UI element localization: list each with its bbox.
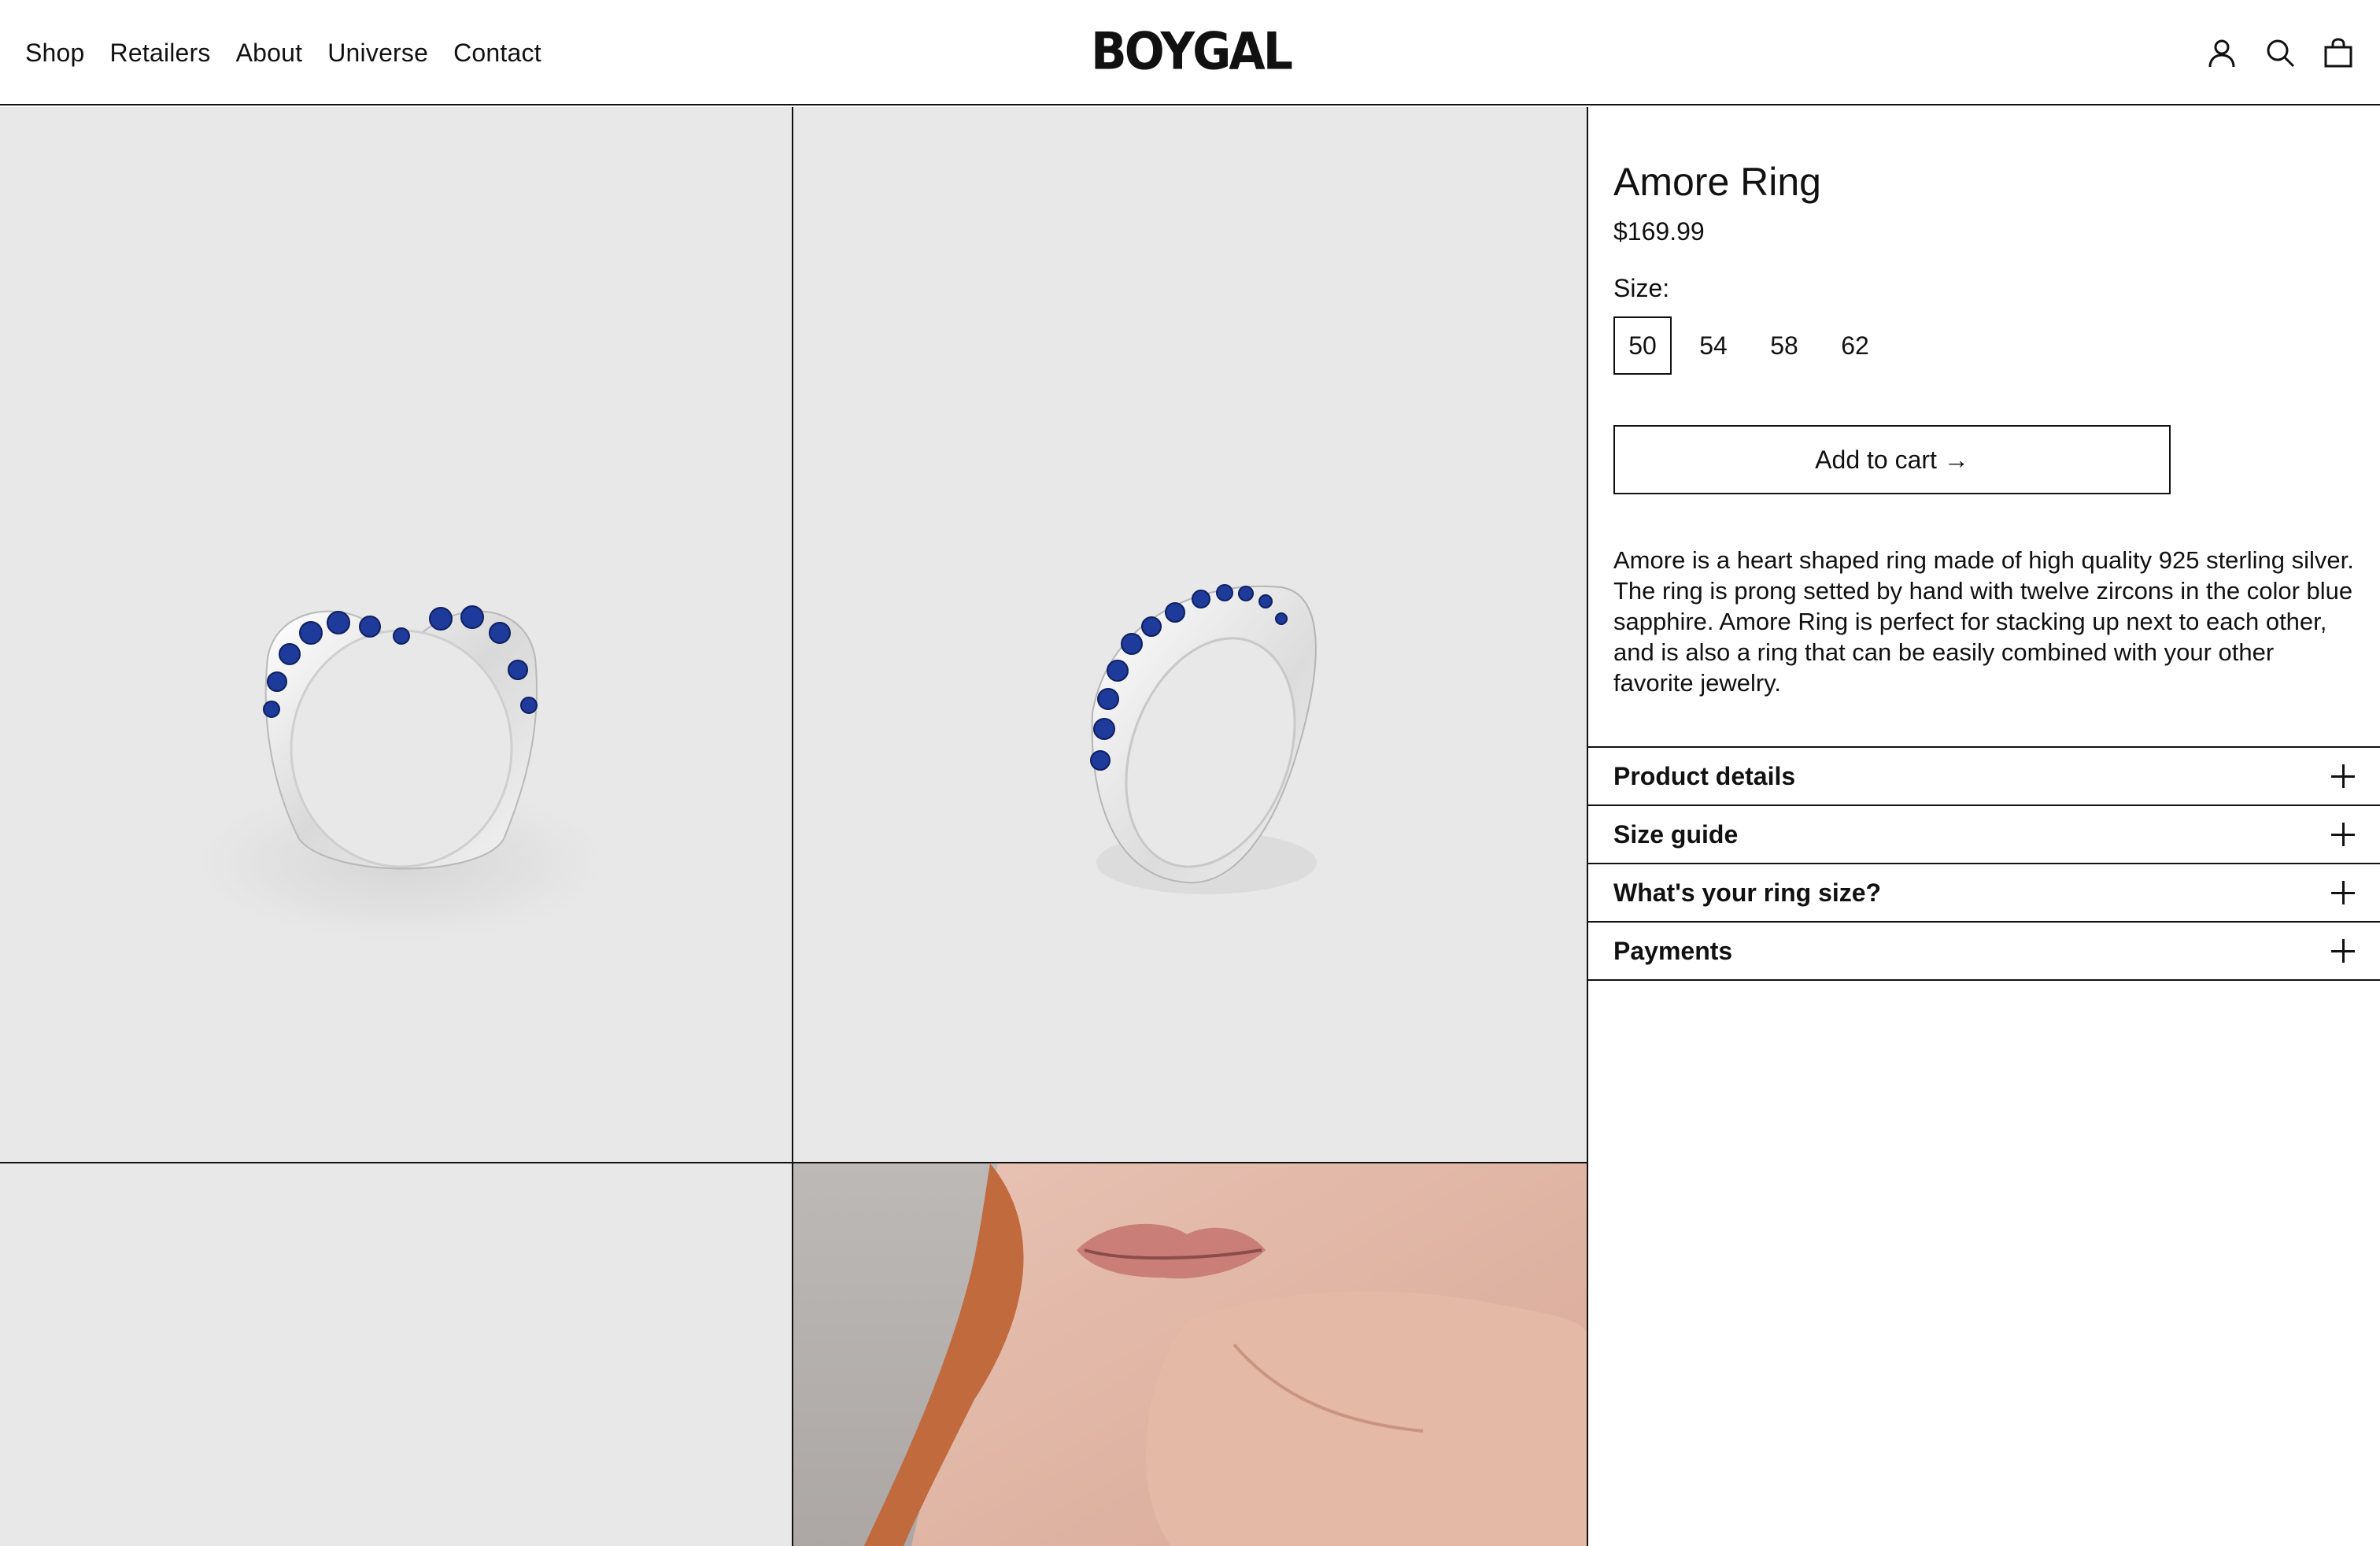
- accordion-label: Payments: [1613, 936, 1733, 965]
- plus-icon[interactable]: [2331, 823, 2355, 846]
- cart-icon[interactable]: [2322, 36, 2355, 69]
- size-label: Size:: [1613, 274, 1670, 302]
- ring-front-image[interactable]: [0, 107, 792, 1162]
- accordion-payments[interactable]: Payments: [1588, 921, 2380, 981]
- product-gallery: [0, 107, 1588, 1546]
- size-selector: 50 54 58 62: [1613, 316, 1884, 375]
- brand-logo[interactable]: BOYGAL: [1091, 21, 1293, 83]
- nav-shop[interactable]: Shop: [25, 39, 85, 68]
- nav-about[interactable]: About: [236, 39, 303, 68]
- product-description: Amore is a heart shaped ring made of hig…: [1613, 546, 2354, 697]
- plus-icon[interactable]: [2331, 881, 2355, 904]
- size-option-54[interactable]: 54: [1684, 316, 1743, 375]
- product-title: Amore Ring: [1613, 160, 1821, 204]
- gallery-divider-horizontal: [0, 1162, 1588, 1163]
- size-option-50[interactable]: 50: [1613, 316, 1672, 375]
- add-to-cart-button[interactable]: Add to cart →: [1613, 425, 2171, 494]
- site-header: Shop Retailers About Universe Contact BO…: [0, 0, 2380, 105]
- accordion-label: Product details: [1613, 761, 1796, 790]
- product-image-3[interactable]: [0, 1163, 792, 1546]
- accordion-ring-size[interactable]: What's your ring size?: [1588, 863, 2380, 921]
- account-icon[interactable]: [2205, 36, 2238, 69]
- nav-universe[interactable]: Universe: [327, 39, 428, 68]
- nav-contact[interactable]: Contact: [453, 39, 541, 68]
- model-image[interactable]: [793, 1163, 1588, 1546]
- ring-angle-image[interactable]: [793, 107, 1588, 1162]
- search-icon[interactable]: [2264, 36, 2297, 69]
- header-actions: [2205, 0, 2355, 105]
- gallery-divider-vertical: [792, 107, 793, 1546]
- plus-icon[interactable]: [2331, 764, 2355, 788]
- product-price: $169.99: [1613, 217, 1705, 246]
- size-option-58[interactable]: 58: [1755, 316, 1813, 375]
- nav-retailers[interactable]: Retailers: [110, 39, 211, 68]
- accordion-label: What's your ring size?: [1613, 878, 1882, 907]
- accordion-label: Size guide: [1613, 819, 1739, 849]
- accordion-product-details[interactable]: Product details: [1588, 746, 2380, 804]
- size-option-62[interactable]: 62: [1826, 316, 1884, 375]
- accordion-size-guide[interactable]: Size guide: [1588, 804, 2380, 863]
- main-nav: Shop Retailers About Universe Contact: [25, 0, 541, 105]
- plus-icon[interactable]: [2331, 939, 2355, 963]
- product-panel: Amore Ring $169.99 Size: 50 54 58 62 Add…: [1588, 107, 2380, 1546]
